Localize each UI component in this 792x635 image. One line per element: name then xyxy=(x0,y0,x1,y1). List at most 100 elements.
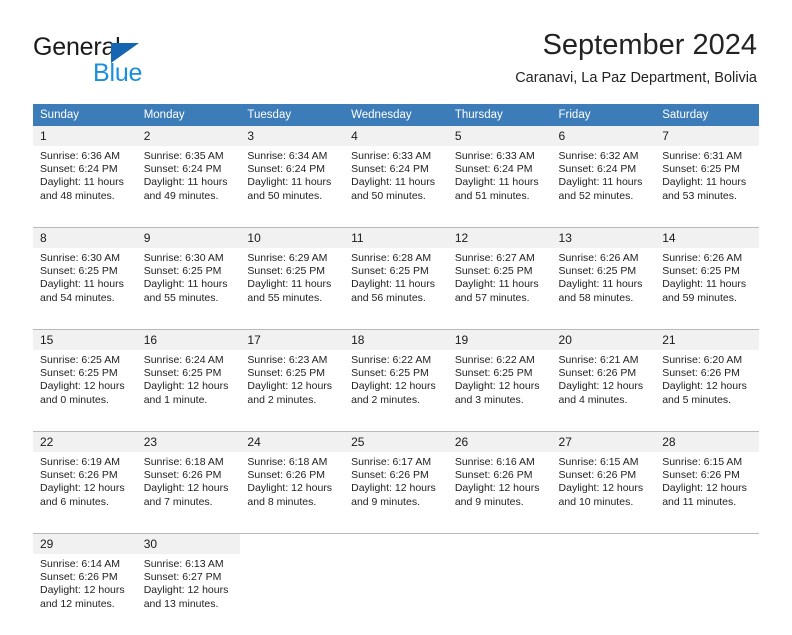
sunset-text: Sunset: 6:25 PM xyxy=(143,367,222,380)
day-number[interactable]: 21 xyxy=(655,329,759,350)
day-number[interactable]: 14 xyxy=(655,227,759,248)
daylight-text-2: and 52 minutes. xyxy=(558,189,634,202)
daylight-text-2: and 55 minutes. xyxy=(247,291,323,304)
day-number[interactable]: 30 xyxy=(136,533,241,554)
day-cell[interactable]: Sunrise: 6:25 AM Sunset: 6:25 PM Dayligh… xyxy=(33,350,137,418)
day-number[interactable]: 7 xyxy=(655,126,759,146)
day-cell[interactable]: Sunrise: 6:15 AM Sunset: 6:26 PM Dayligh… xyxy=(551,452,656,520)
sunset-text: Sunset: 6:24 PM xyxy=(454,163,533,176)
day-number[interactable]: 13 xyxy=(551,227,656,248)
day-number[interactable]: 6 xyxy=(551,126,656,146)
sunrise-text: Sunrise: 6:23 AM xyxy=(247,354,328,366)
sunrise-text: Sunrise: 6:36 AM xyxy=(40,150,120,162)
day-number[interactable]: 8 xyxy=(33,227,137,248)
sunset-text: Sunset: 6:25 PM xyxy=(247,265,326,278)
sunset-text: Sunset: 6:25 PM xyxy=(662,265,740,278)
sunrise-text: Sunrise: 6:25 AM xyxy=(40,354,120,366)
sunrise-text: Sunrise: 6:31 AM xyxy=(662,150,743,162)
sunrise-text: Sunrise: 6:15 AM xyxy=(558,456,639,468)
day-cell[interactable]: Sunrise: 6:17 AM Sunset: 6:26 PM Dayligh… xyxy=(344,452,448,520)
day-number[interactable]: 4 xyxy=(344,126,448,146)
day-number[interactable]: 18 xyxy=(344,329,448,350)
day-cell[interactable]: Sunrise: 6:22 AM Sunset: 6:25 PM Dayligh… xyxy=(447,350,552,418)
day-number[interactable]: 3 xyxy=(240,126,345,146)
day-number[interactable]: 27 xyxy=(551,431,656,452)
day-cell[interactable]: Sunrise: 6:32 AM Sunset: 6:24 PM Dayligh… xyxy=(551,146,656,214)
day-number[interactable]: 17 xyxy=(240,329,345,350)
week-1-details: Sunrise: 6:36 AM Sunset: 6:24 PM Dayligh… xyxy=(33,146,759,214)
day-cell[interactable]: Sunrise: 6:33 AM Sunset: 6:24 PM Dayligh… xyxy=(344,146,448,214)
daylight-text-2: and 10 minutes. xyxy=(558,495,634,508)
day-cell[interactable]: Sunrise: 6:33 AM Sunset: 6:24 PM Dayligh… xyxy=(447,146,552,214)
day-cell[interactable]: Sunrise: 6:30 AM Sunset: 6:25 PM Dayligh… xyxy=(33,248,137,316)
sunset-text: Sunset: 6:25 PM xyxy=(143,265,222,278)
day-number[interactable]: 26 xyxy=(447,431,552,452)
day-cell[interactable]: Sunrise: 6:28 AM Sunset: 6:25 PM Dayligh… xyxy=(344,248,448,316)
sunset-text: Sunset: 6:26 PM xyxy=(351,469,429,482)
day-cell[interactable]: Sunrise: 6:36 AM Sunset: 6:24 PM Dayligh… xyxy=(33,146,137,214)
week-4-divider xyxy=(33,520,759,534)
day-cell[interactable]: Sunrise: 6:21 AM Sunset: 6:26 PM Dayligh… xyxy=(551,350,656,418)
day-cell[interactable]: Sunrise: 6:26 AM Sunset: 6:25 PM Dayligh… xyxy=(655,248,759,316)
day-cell[interactable]: Sunrise: 6:18 AM Sunset: 6:26 PM Dayligh… xyxy=(240,452,345,520)
page-subtitle: Caranavi, La Paz Department, Bolivia xyxy=(515,70,757,86)
day-number[interactable]: 20 xyxy=(551,329,656,350)
day-cell[interactable]: Sunrise: 6:23 AM Sunset: 6:25 PM Dayligh… xyxy=(240,350,345,418)
daylight-text-1: Daylight: 12 hours xyxy=(143,380,229,393)
daylight-text-1: Daylight: 11 hours xyxy=(558,278,643,291)
day-number[interactable]: 29 xyxy=(33,533,137,554)
day-number[interactable]: 16 xyxy=(136,329,241,350)
day-number[interactable]: 9 xyxy=(136,227,241,248)
day-cell[interactable]: Sunrise: 6:27 AM Sunset: 6:25 PM Dayligh… xyxy=(447,248,552,316)
day-cell[interactable]: Sunrise: 6:16 AM Sunset: 6:26 PM Dayligh… xyxy=(447,452,552,520)
calendar-body: 1 2 3 4 5 6 7 Sunrise: 6:36 AM Sunset: 6… xyxy=(33,126,759,635)
daylight-text-1: Daylight: 11 hours xyxy=(454,278,539,291)
day-number[interactable]: 2 xyxy=(136,126,241,146)
day-cell[interactable]: Sunrise: 6:29 AM Sunset: 6:25 PM Dayligh… xyxy=(240,248,345,316)
day-number[interactable]: 23 xyxy=(136,431,241,452)
day-cell[interactable]: Sunrise: 6:18 AM Sunset: 6:26 PM Dayligh… xyxy=(136,452,241,520)
daylight-text-2: and 59 minutes. xyxy=(662,291,737,304)
day-cell[interactable]: Sunrise: 6:34 AM Sunset: 6:24 PM Dayligh… xyxy=(240,146,345,214)
week-5-divider xyxy=(33,622,759,635)
sunset-text: Sunset: 6:25 PM xyxy=(247,367,326,380)
day-cell[interactable]: Sunrise: 6:15 AM Sunset: 6:26 PM Dayligh… xyxy=(655,452,759,520)
sunset-text: Sunset: 6:25 PM xyxy=(351,367,429,380)
day-number[interactable]: 1 xyxy=(33,126,137,146)
week-1-divider xyxy=(33,214,759,228)
day-cell[interactable]: Sunrise: 6:22 AM Sunset: 6:25 PM Dayligh… xyxy=(344,350,448,418)
day-number[interactable]: 10 xyxy=(240,227,345,248)
logo-text-general: General xyxy=(33,33,121,61)
weekday-header-friday: Friday xyxy=(551,104,656,126)
daylight-text-1: Daylight: 12 hours xyxy=(351,380,436,393)
day-cell[interactable]: Sunrise: 6:19 AM Sunset: 6:26 PM Dayligh… xyxy=(33,452,137,520)
day-cell[interactable]: Sunrise: 6:26 AM Sunset: 6:25 PM Dayligh… xyxy=(551,248,656,316)
day-number[interactable]: 28 xyxy=(655,431,759,452)
day-cell[interactable]: Sunrise: 6:31 AM Sunset: 6:25 PM Dayligh… xyxy=(655,146,759,214)
sunset-text: Sunset: 6:24 PM xyxy=(558,163,637,176)
sunset-text: Sunset: 6:26 PM xyxy=(454,469,533,482)
daylight-text-1: Daylight: 12 hours xyxy=(454,380,540,393)
daylight-text-1: Daylight: 12 hours xyxy=(662,380,747,393)
day-number[interactable]: 22 xyxy=(33,431,137,452)
day-cell[interactable]: Sunrise: 6:30 AM Sunset: 6:25 PM Dayligh… xyxy=(136,248,241,316)
weekday-header-wednesday: Wednesday xyxy=(344,104,448,126)
divider-line xyxy=(33,214,759,228)
day-number[interactable]: 11 xyxy=(344,227,448,248)
day-number-empty xyxy=(655,533,759,554)
day-number[interactable]: 25 xyxy=(344,431,448,452)
day-number[interactable]: 5 xyxy=(447,126,552,146)
daylight-text-2: and 50 minutes. xyxy=(351,189,426,202)
day-cell[interactable]: Sunrise: 6:20 AM Sunset: 6:26 PM Dayligh… xyxy=(655,350,759,418)
daylight-text-2: and 58 minutes. xyxy=(558,291,634,304)
daylight-text-1: Daylight: 12 hours xyxy=(662,482,747,495)
day-number[interactable]: 24 xyxy=(240,431,345,452)
day-number[interactable]: 19 xyxy=(447,329,552,350)
sunrise-text: Sunrise: 6:18 AM xyxy=(247,456,328,468)
day-cell[interactable]: Sunrise: 6:24 AM Sunset: 6:25 PM Dayligh… xyxy=(136,350,241,418)
sunrise-text: Sunrise: 6:15 AM xyxy=(662,456,743,468)
generalblue-logo[interactable]: General Blue xyxy=(33,33,213,87)
day-number[interactable]: 12 xyxy=(447,227,552,248)
day-cell[interactable]: Sunrise: 6:35 AM Sunset: 6:24 PM Dayligh… xyxy=(136,146,241,214)
day-number[interactable]: 15 xyxy=(33,329,137,350)
